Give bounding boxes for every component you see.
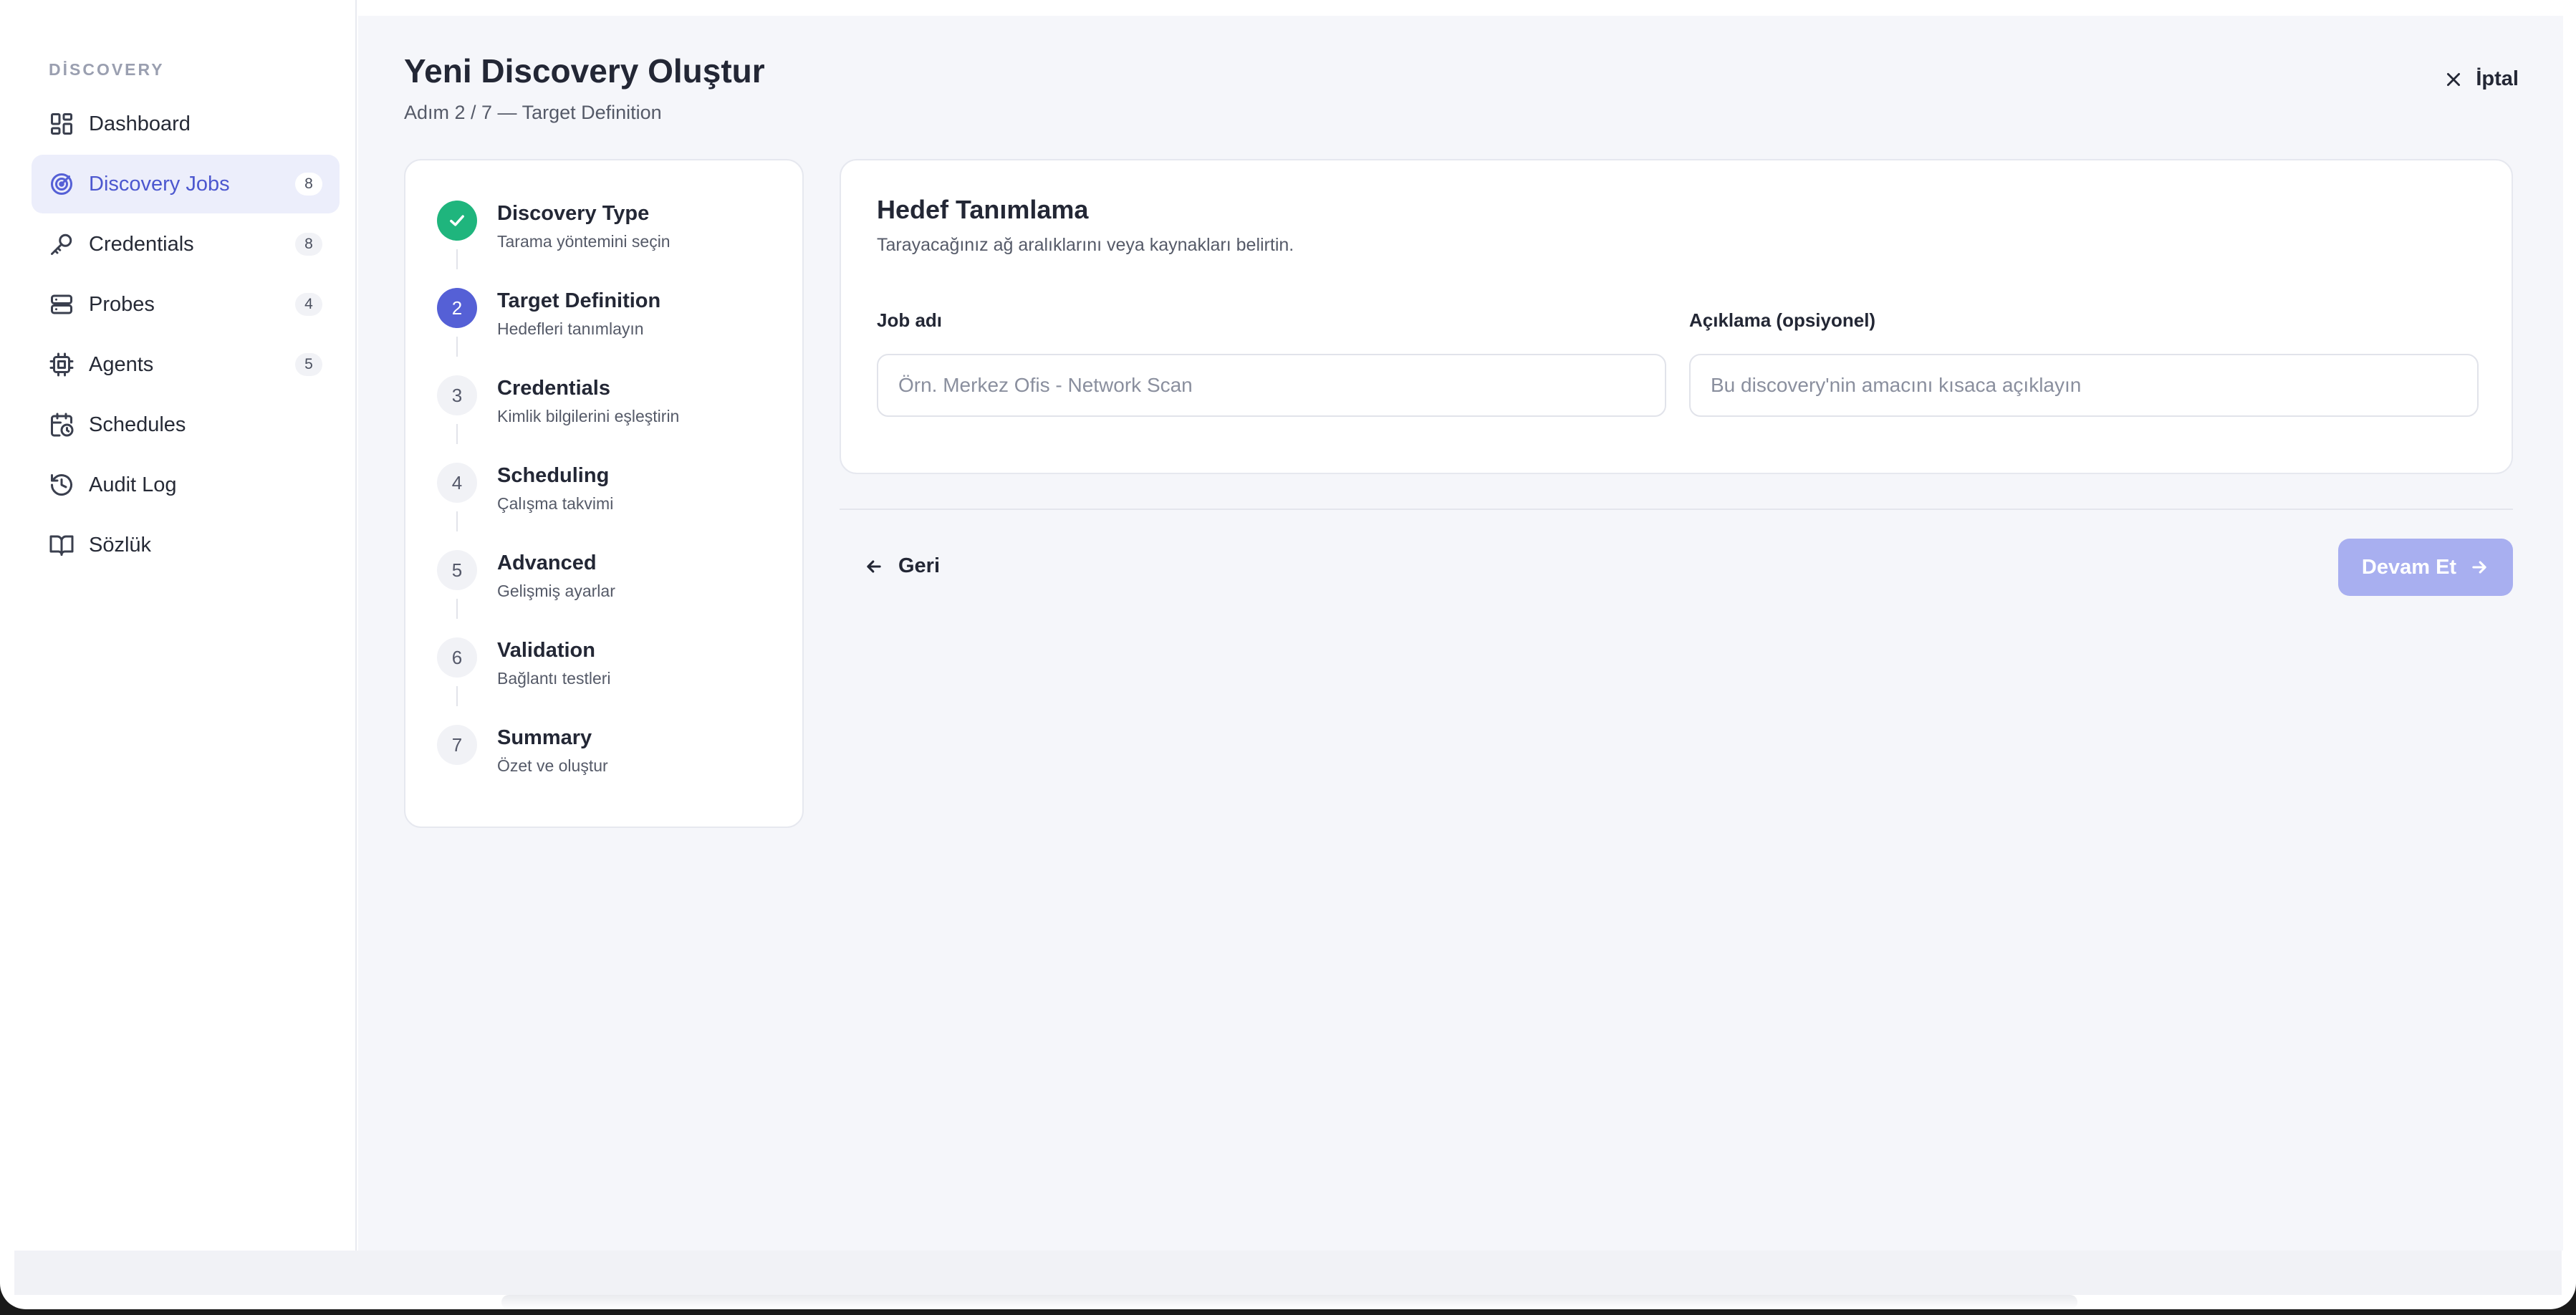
step-description: Hedefleri tanımlayın xyxy=(497,319,644,338)
step-discovery-type[interactable]: Discovery Type Tarama yöntemini seçin xyxy=(437,201,781,279)
step-advanced[interactable]: 5 Advanced Gelişmiş ayarlar xyxy=(437,550,781,629)
target-definition-card: Hedef Tanımlama Tarayacağınız ağ aralıkl… xyxy=(840,159,2513,474)
step-connector xyxy=(456,599,458,619)
sidebar-item-label: Schedules xyxy=(89,413,186,436)
sidebar-item-audit-log[interactable]: Audit Log xyxy=(32,456,340,514)
sidebar-item-credentials[interactable]: Credentials 8 xyxy=(32,215,340,274)
step-description: Özet ve oluştur xyxy=(497,756,608,775)
description-input[interactable] xyxy=(1689,354,2479,417)
step-number: 6 xyxy=(437,637,477,678)
app-window: DİSCOVERY Dashboard Discovery Jobs 8 Cre… xyxy=(0,0,2576,1309)
step-title: Validation xyxy=(497,639,595,662)
job-name-input[interactable] xyxy=(877,354,1666,417)
close-icon xyxy=(2447,72,2461,86)
sidebar-item-label: Agents xyxy=(89,352,154,376)
sidebar-item-label: Discovery Jobs xyxy=(89,172,230,196)
step-description: Çalışma takvimi xyxy=(497,494,614,513)
step-description: Gelişmiş ayarlar xyxy=(497,582,615,600)
back-label: Geri xyxy=(898,554,941,577)
sidebar-item-label: Probes xyxy=(89,292,155,316)
bottom-bar xyxy=(14,1251,2562,1295)
sidebar-item-agents[interactable]: Agents 5 xyxy=(32,335,340,394)
key-icon xyxy=(47,230,76,259)
step-summary[interactable]: 7 Summary Özet ve oluştur xyxy=(437,725,781,804)
card-description: Tarayacağınız ağ aralıklarını veya kayna… xyxy=(877,235,1294,255)
history-icon xyxy=(47,471,76,499)
count-badge: 8 xyxy=(295,233,322,256)
card-title: Hedef Tanımlama xyxy=(877,195,1089,224)
cpu-icon xyxy=(47,350,76,379)
step-number: 3 xyxy=(437,375,477,415)
sidebar-item-discovery-jobs[interactable]: Discovery Jobs 8 xyxy=(32,155,340,213)
step-description: Bağlantı testleri xyxy=(497,669,611,688)
server-icon xyxy=(47,290,76,319)
sidebar-item-label: Dashboard xyxy=(89,112,191,135)
step-number: 7 xyxy=(437,725,477,765)
step-target-definition[interactable]: 2 Target Definition Hedefleri tanımlayın xyxy=(437,288,781,367)
sidebar-item-label: Audit Log xyxy=(89,473,177,496)
page-subtitle: Adım 2 / 7 — Target Definition xyxy=(404,102,662,123)
cancel-button[interactable]: İptal xyxy=(2444,67,2519,91)
dashboard-icon xyxy=(47,110,76,138)
continue-label: Devam Et xyxy=(2361,555,2457,579)
step-number: 2 xyxy=(437,288,477,328)
step-title: Scheduling xyxy=(497,464,610,487)
step-connector xyxy=(456,249,458,269)
back-button[interactable]: Geri xyxy=(864,554,940,578)
main-content: Yeni Discovery Oluştur Adım 2 / 7 — Targ… xyxy=(358,16,2563,1251)
count-badge: 4 xyxy=(295,293,322,316)
sidebar-item-label: Sözlük xyxy=(89,533,152,557)
calendar-clock-icon xyxy=(47,410,76,439)
sidebar-item-dashboard[interactable]: Dashboard xyxy=(32,95,340,153)
step-connector xyxy=(456,424,458,444)
step-connector xyxy=(456,337,458,357)
step-connector xyxy=(456,686,458,706)
step-title: Target Definition xyxy=(497,289,661,312)
job-name-label: Job adı xyxy=(877,309,943,331)
count-badge: 8 xyxy=(295,173,322,196)
check-icon xyxy=(450,215,464,226)
footer-divider xyxy=(840,509,2513,510)
step-title: Advanced xyxy=(497,551,597,574)
step-title: Summary xyxy=(497,726,592,749)
continue-button[interactable]: Devam Et xyxy=(2338,539,2513,596)
radar-icon xyxy=(47,170,76,198)
wizard-stepper: Discovery Type Tarama yöntemini seçin 2 … xyxy=(404,159,804,828)
sidebar-item-schedules[interactable]: Schedules xyxy=(32,395,340,454)
step-title: Credentials xyxy=(497,377,610,400)
step-connector xyxy=(456,511,458,531)
step-scheduling[interactable]: 4 Scheduling Çalışma takvimi xyxy=(437,463,781,541)
step-credentials[interactable]: 3 Credentials Kimlik bilgilerini eşleşti… xyxy=(437,375,781,454)
sidebar-item-label: Credentials xyxy=(89,232,194,256)
sidebar: DİSCOVERY Dashboard Discovery Jobs 8 Cre… xyxy=(0,0,357,1251)
sidebar-nav: Dashboard Discovery Jobs 8 Credentials 8 xyxy=(32,95,340,576)
book-icon xyxy=(47,531,76,559)
page-title: Yeni Discovery Oluştur xyxy=(404,52,765,90)
bottom-shadow xyxy=(501,1295,2077,1309)
step-validation[interactable]: 6 Validation Bağlantı testleri xyxy=(437,637,781,716)
sidebar-item-probes[interactable]: Probes 4 xyxy=(32,275,340,334)
sidebar-heading: DİSCOVERY xyxy=(49,60,165,79)
step-description: Kimlik bilgilerini eşleştirin xyxy=(497,407,680,425)
step-complete-badge xyxy=(437,201,477,241)
step-title: Discovery Type xyxy=(497,202,650,225)
count-badge: 5 xyxy=(295,353,322,376)
step-number: 5 xyxy=(437,550,477,590)
step-number: 4 xyxy=(437,463,477,503)
arrow-right-icon xyxy=(2472,561,2486,574)
step-description: Tarama yöntemini seçin xyxy=(497,232,671,251)
sidebar-item-sozluk[interactable]: Sözlük xyxy=(32,516,340,574)
description-label: Açıklama (opsiyonel) xyxy=(1689,309,1876,331)
cancel-label: İptal xyxy=(2476,67,2519,90)
arrow-left-icon xyxy=(867,559,881,573)
